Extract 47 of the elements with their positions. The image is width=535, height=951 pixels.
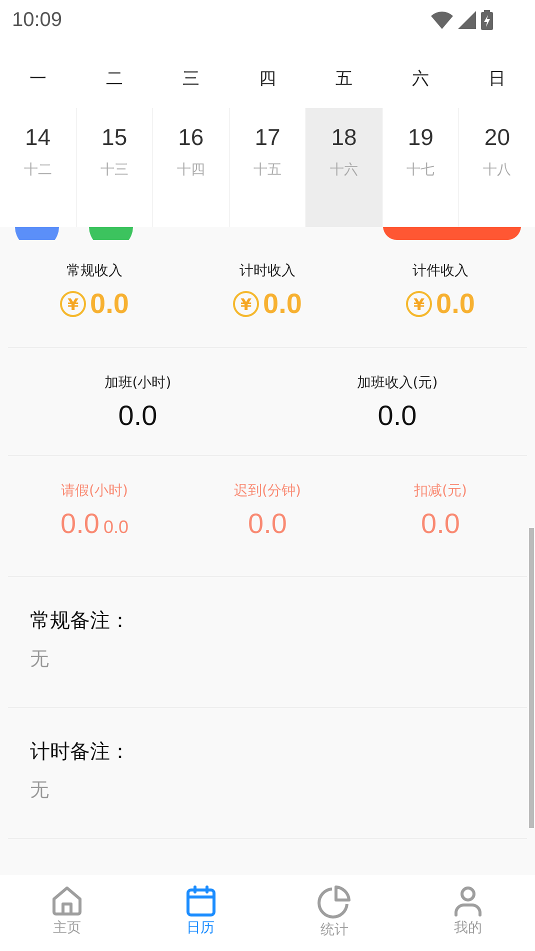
date-cell[interactable]: 20 十八 bbox=[459, 108, 535, 227]
stat-label: 扣减(元) bbox=[414, 482, 467, 500]
stat-label: 迟到(分钟) bbox=[234, 482, 301, 500]
stat-value: 0.0 bbox=[248, 508, 287, 540]
signal-icon bbox=[458, 11, 476, 29]
stat-value: 0.0 bbox=[118, 400, 158, 432]
date-cell[interactable]: 14 十二 bbox=[0, 108, 76, 227]
note-text: 无 bbox=[30, 778, 49, 803]
date-cell[interactable]: 18 十六 bbox=[306, 108, 382, 227]
wifi-icon bbox=[431, 11, 453, 29]
stat-value: 0.0 bbox=[90, 288, 129, 320]
note-text: 无 bbox=[30, 647, 49, 672]
stat-label: 常规收入 bbox=[66, 262, 122, 280]
weekday-label: 五 bbox=[334, 68, 354, 90]
stat-label: 请假(小时) bbox=[61, 482, 128, 500]
stat-label: 计件收入 bbox=[412, 262, 468, 280]
weekday-label: 三 bbox=[182, 68, 201, 90]
note-title: 计时备注： bbox=[30, 738, 130, 765]
stat-value: 0.0 bbox=[436, 288, 475, 320]
scrollbar[interactable] bbox=[529, 528, 534, 828]
stat-subvalue: 0.0 bbox=[103, 517, 128, 538]
weekday-label: 四 bbox=[258, 68, 277, 90]
stat-value: 0.0 bbox=[421, 508, 460, 540]
battery-icon bbox=[481, 10, 493, 30]
weekday-label: 二 bbox=[105, 68, 124, 90]
home-icon bbox=[50, 885, 83, 917]
person-icon bbox=[453, 885, 484, 917]
stat-value: 0.0 bbox=[263, 288, 302, 320]
yuan-coin-icon: ¥ bbox=[406, 291, 432, 317]
weekday-label: 一 bbox=[28, 68, 48, 90]
stat-label: 计时收入 bbox=[240, 262, 296, 280]
weekday-label: 六 bbox=[410, 68, 430, 90]
stat-label: 加班收入(元) bbox=[356, 374, 438, 392]
pie-chart-icon bbox=[317, 885, 352, 919]
stat-value: 0.0 bbox=[60, 508, 100, 540]
yuan-coin-icon: ¥ bbox=[233, 291, 260, 317]
weekday-label: 日 bbox=[487, 68, 506, 90]
yuan-coin-icon: ¥ bbox=[60, 291, 86, 317]
date-cell[interactable]: 16 十四 bbox=[153, 108, 229, 227]
calendar-icon bbox=[184, 885, 217, 917]
stat-label: 加班(小时) bbox=[104, 374, 172, 392]
date-cell[interactable]: 15 十三 bbox=[76, 108, 152, 227]
date-cell[interactable]: 19 十七 bbox=[382, 108, 458, 227]
note-title: 常规备注： bbox=[30, 607, 130, 634]
date-cell[interactable]: 17 十五 bbox=[230, 108, 306, 227]
status-time: 10:09 bbox=[12, 8, 62, 32]
stat-value: 0.0 bbox=[378, 400, 417, 432]
